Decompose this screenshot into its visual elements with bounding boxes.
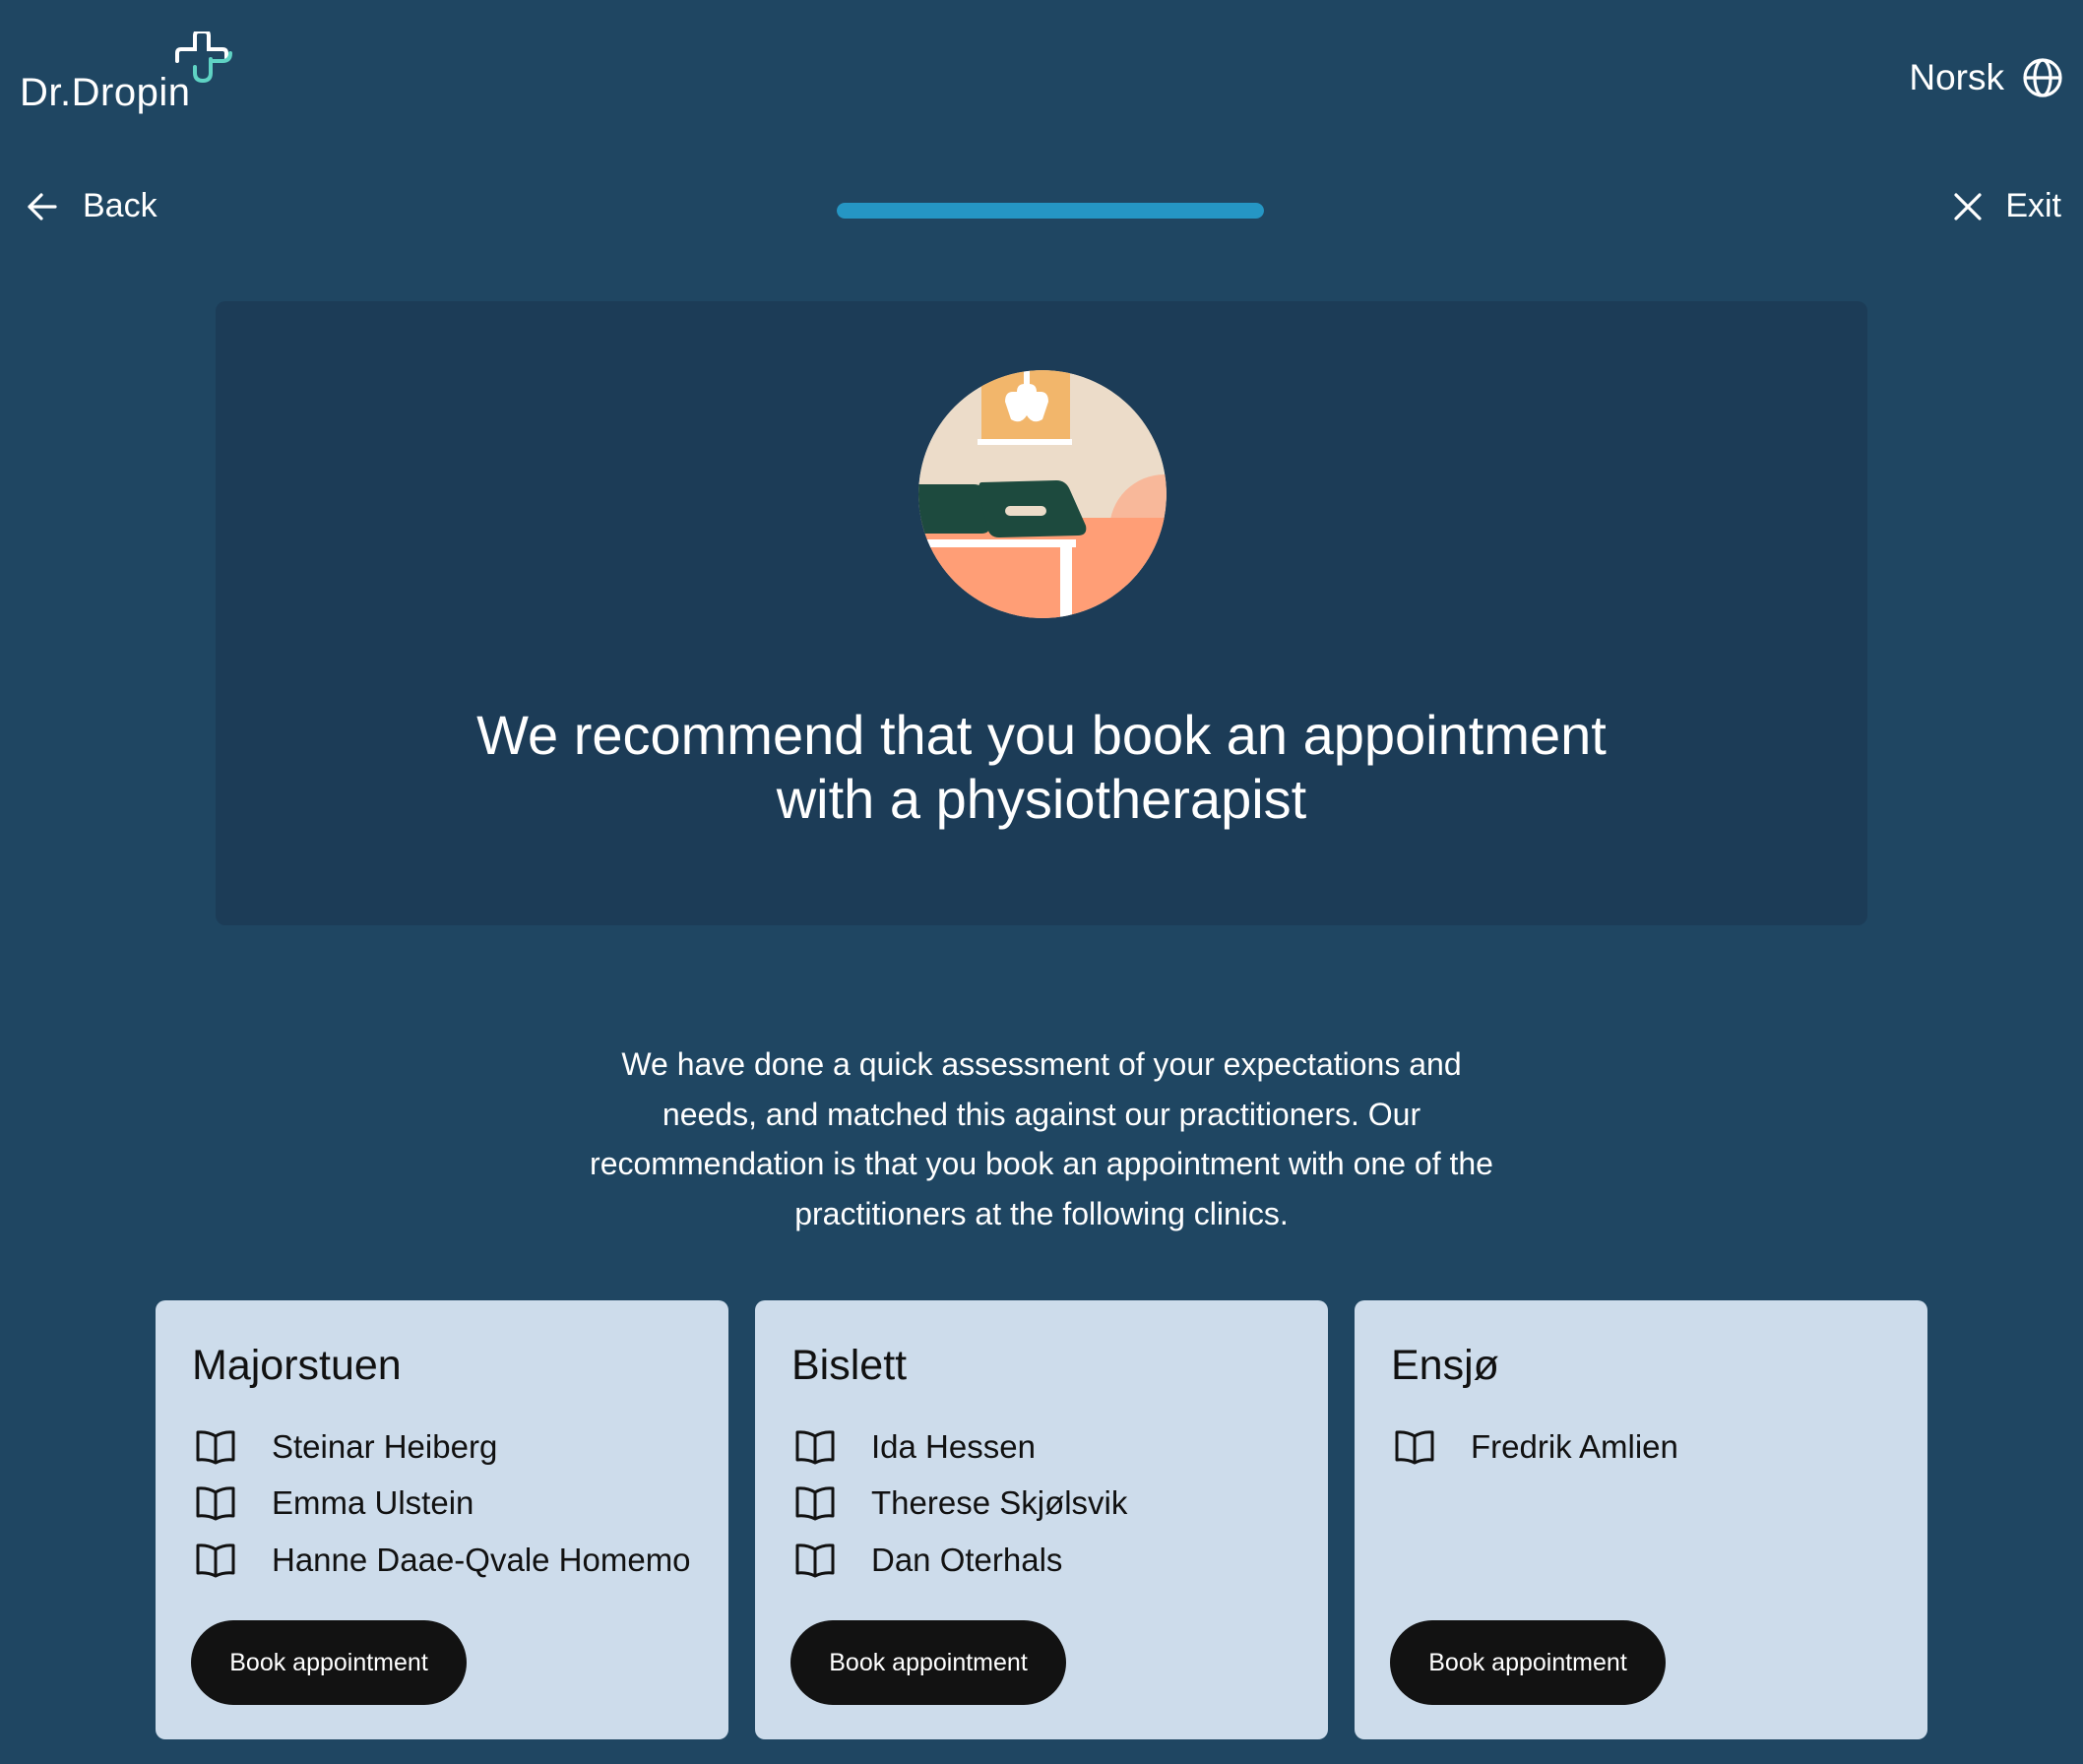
clinic-name: Ensjø xyxy=(1391,1342,1499,1389)
progress-fill xyxy=(837,203,1264,219)
dr-dropin-logo[interactable]: Dr.Dropin xyxy=(20,32,256,120)
clinic-list: Majorstuen Steinar Heiberg Emma Ulstein … xyxy=(156,1300,1927,1739)
clinic-name: Majorstuen xyxy=(192,1342,402,1389)
practitioner-item[interactable]: Hanne Daae-Qvale Homemo xyxy=(195,1532,691,1589)
clinic-card-majorstuen: Majorstuen Steinar Heiberg Emma Ulstein … xyxy=(156,1300,728,1739)
practitioner-list: Steinar Heiberg Emma Ulstein Hanne Daae-… xyxy=(195,1418,691,1589)
practitioner-name: Ida Hessen xyxy=(871,1427,1036,1465)
practitioner-list: Fredrik Amlien xyxy=(1394,1418,1678,1476)
clinic-card-bislett: Bislett Ida Hessen Therese Skjølsvik Dan… xyxy=(755,1300,1328,1739)
book-appointment-button[interactable]: Book appointment xyxy=(790,1620,1066,1705)
exit-label: Exit xyxy=(2005,187,2061,224)
open-book-icon xyxy=(795,1430,835,1465)
practitioner-name: Steinar Heiberg xyxy=(272,1427,498,1465)
recommendation-title-line1: We recommend that you book an appointmen… xyxy=(476,704,1607,766)
assessment-description: We have done a quick assessment of your … xyxy=(590,1046,1493,1231)
practitioner-item[interactable]: Ida Hessen xyxy=(794,1418,1127,1476)
practitioner-name: Fredrik Amlien xyxy=(1471,1427,1678,1465)
back-button[interactable]: Back xyxy=(26,187,158,225)
back-label: Back xyxy=(83,187,158,224)
physiotherapy-room-illustration xyxy=(918,370,1167,618)
open-book-icon xyxy=(196,1544,235,1578)
progress-bar xyxy=(837,203,1264,219)
book-appointment-button[interactable]: Book appointment xyxy=(1390,1620,1666,1705)
recommendation-title-line2: with a physiotherapist xyxy=(776,768,1307,830)
logo-cross-icon xyxy=(175,32,232,84)
open-book-icon xyxy=(196,1430,235,1465)
open-book-icon xyxy=(1395,1430,1434,1465)
practitioner-name: Emma Ulstein xyxy=(272,1484,474,1522)
language-selector[interactable]: Norsk xyxy=(1909,57,2063,98)
open-book-icon xyxy=(196,1486,235,1521)
book-appointment-button[interactable]: Book appointment xyxy=(191,1620,467,1705)
practitioner-item[interactable]: Steinar Heiberg xyxy=(195,1418,691,1476)
clinic-name: Bislett xyxy=(791,1342,908,1389)
practitioner-name: Hanne Daae-Qvale Homemo xyxy=(272,1541,691,1578)
close-icon xyxy=(1954,192,1982,220)
practitioner-item[interactable]: Therese Skjølsvik xyxy=(794,1476,1127,1533)
open-book-icon xyxy=(795,1544,835,1578)
arrow-left-icon xyxy=(28,192,57,220)
globe-icon xyxy=(2023,58,2062,97)
logo-text: Dr.Dropin xyxy=(20,71,191,114)
practitioner-name: Dan Oterhals xyxy=(871,1541,1063,1578)
open-book-icon xyxy=(795,1486,835,1521)
clinic-card-ensjo: Ensjø Fredrik Amlien Book appointment xyxy=(1355,1300,1927,1739)
language-label: Norsk xyxy=(1909,57,2004,97)
practitioner-name: Therese Skjølsvik xyxy=(871,1484,1128,1522)
practitioner-list: Ida Hessen Therese Skjølsvik Dan Oterhal… xyxy=(794,1418,1127,1589)
practitioner-item[interactable]: Fredrik Amlien xyxy=(1394,1418,1678,1476)
recommendation-title: We recommend that you book an appointmen… xyxy=(216,703,1867,831)
practitioner-item[interactable]: Emma Ulstein xyxy=(195,1476,691,1533)
practitioner-item[interactable]: Dan Oterhals xyxy=(794,1532,1127,1589)
recommendation-card: We recommend that you book an appointmen… xyxy=(216,301,1867,925)
exit-button[interactable]: Exit xyxy=(1952,187,2061,225)
